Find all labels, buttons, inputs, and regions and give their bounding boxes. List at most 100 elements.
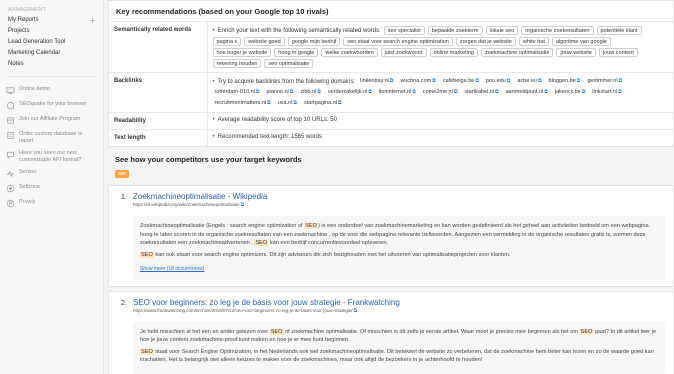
semantic-word-tag[interactable]: pagina s [212,37,242,46]
sidebar-item-my-reports[interactable]: My Reports + [0,15,103,26]
semantic-word-tag[interactable]: jouw website [556,48,596,57]
backlink-domain[interactable]: startpagina.nl⧉ [302,99,344,108]
backlink-domain[interactable]: bloggen.be⧉ [546,77,583,86]
semantic-word-tag[interactable]: hoog in google [274,48,319,57]
main-content: Key recommendations (based on your Googl… [108,0,674,374]
backlink-domain[interactable]: linkstart.nl⧉ [590,88,624,97]
semantic-word-tag[interactable]: bepaalde zoekterm [427,26,483,35]
sidebar-tool-api-format[interactable]: Have you seen our new customizable API f… [0,147,103,166]
sidebar-tool-affiliate[interactable]: Join our Affiliate Program [0,113,103,128]
sidebar-tool-seoquake[interactable]: SEOquake for your browser [0,98,103,113]
sidebar-item-lead-generation[interactable]: Lead Generation Tool [0,37,103,48]
semantic-word-tag[interactable]: potentiële klant [596,26,642,35]
bullet-icon: • [212,27,215,34]
result-url-text: https://www.frankwatching.com/archive/20… [133,307,353,313]
sidebar-item-projects[interactable]: Projects [0,26,103,37]
external-link-icon: ⧉ [618,89,622,95]
backlink-domain[interactable]: pianoo.nl⧉ [264,88,296,97]
external-link-icon: ⧉ [576,78,581,84]
sidebar-item-label: My Reports [8,17,39,23]
backlink-domain[interactable]: jakency.be⧉ [552,88,588,97]
external-link-icon: ⧉ [475,78,479,84]
semantic-word-tag[interactable]: zorgen dat je website [455,37,516,46]
result-url-text: https://nl.wikipedia.org/wiki/Zoekmachin… [133,202,240,207]
keyword-badge[interactable]: seo [115,170,130,178]
backlink-domain[interactable]: startkabel.nl⧉ [462,88,501,97]
api-icon [6,151,15,159]
backlink-domain[interactable]: linkenbay.nl⧉ [358,77,396,86]
bullet-icon: • [212,117,215,123]
backlink-domain[interactable]: cafebelga.be⧉ [440,77,481,86]
backlink-domain[interactable]: gertimmer.nl⧉ [585,77,625,86]
backlinks-intro: • Try to acquire backlinks from the follo… [213,79,356,85]
backlink-domain[interactable]: aanmeldpunt.nl⧉ [503,88,550,97]
backlink-domain[interactable]: acbe.eu⧉ [515,77,544,86]
backlink-domain[interactable]: pou.edu⧉ [483,77,513,86]
backlink-domain[interactable]: wuchna.com⧉ [398,77,438,86]
result-number: 1. [121,194,127,201]
result-url[interactable]: https://nl.wikipedia.org/wiki/Zoekmachin… [133,202,665,208]
add-report-icon[interactable]: + [90,17,95,25]
semantic-word-tag[interactable]: lokale seo [485,26,519,35]
seoquake-icon [6,101,15,110]
semantic-word-tag[interactable]: seo specialist [383,26,425,35]
semantic-word-tag[interactable]: seo staat voor search engine optimizatio… [343,37,453,46]
result-title-link[interactable]: Zoekmachineoptimalisatie - Wikipedia [133,192,267,201]
text-length-text: Recommended text length: 1565 words [217,134,323,140]
backlink-domain[interactable]: uva.nl⧉ [275,99,299,108]
external-link-icon: ⧉ [240,202,245,208]
backlink-domain[interactable]: recruitmentmatters.nl⧉ [212,99,273,108]
bullet-icon: • [212,134,215,140]
table-row: Text length • Recommended text length: 15… [109,129,673,146]
sidebar-tool-label: Order custom database or report [19,131,83,144]
backlink-domain[interactable]: lionintemet.nl⧉ [376,88,418,97]
semantic-word-tag[interactable]: seo optimalisatie [264,59,314,68]
key-recommendations-title: Key recommendations (based on your Googl… [116,7,329,16]
show-more-link[interactable]: Show more (18 occurrences) [140,265,204,274]
backlinks-value: • Try to acquire backlinks from the follo… [206,72,673,113]
semantic-word-tag[interactable]: zoekmachine optimalisatie [480,48,554,57]
semantic-word-tag[interactable]: jouw content [598,48,638,57]
keyword-highlight: SEO [304,223,318,229]
semantic-word-tag[interactable]: online marketing [429,48,478,57]
external-link-icon: ⧉ [289,89,294,95]
sidebar-tool-sensor[interactable]: Sensor [0,166,103,181]
semantic-words-list: • Enrich your text with the following sem… [212,26,669,68]
external-link-icon: ⧉ [495,89,499,95]
keyword-highlight: SEO [579,328,594,335]
semantic-word-tag[interactable]: google mijn bedrijf [287,37,341,46]
backlink-domain[interactable]: zibb.nl⧉ [298,88,323,97]
text-length-label: Text length [109,129,207,146]
sidebar-item-marketing-calendar[interactable]: Marketing Calendar [0,48,103,59]
semantic-word-tag[interactable]: rekening houden [212,59,262,68]
semantic-word-tag[interactable]: juist zoekwoord [380,48,427,57]
backlink-domain[interactable]: come2me.nl⧉ [420,88,460,97]
result-snippet: Zoekmachineoptimalisatie (Engels : searc… [133,216,665,280]
backlink-domain[interactable]: rotterdam-010.nl⧉ [212,88,262,97]
sidebar-tool-online-demo[interactable]: Online demo [0,83,103,98]
semantic-word-tag[interactable]: hoe hoger je website [212,48,272,57]
sidebar-divider [8,76,95,77]
semantic-word-tag[interactable]: organische zoekresultaten [521,26,594,35]
readability-label: Readability [109,112,207,130]
semantic-word-tag[interactable]: website goed [244,37,285,46]
sidebar-tool-sellzone[interactable]: Sellzone [0,181,103,196]
sidebar-tool-custom-database[interactable]: Order custom database or report [0,128,103,147]
result-url[interactable]: https://www.frankwatching.com/archive/20… [133,308,665,314]
backlink-domain[interactable]: verderzakelijk.nl⧉ [325,88,374,97]
recommendations-table: Semantically related words • Enrich your … [109,21,673,146]
semantic-word-tag[interactable]: algoritme van google [551,37,611,46]
sidebar-item-label: Lead Generation Tool [8,39,66,45]
external-link-icon: ⧉ [389,78,394,84]
competitors-section: See how your competitors use your target… [108,152,674,374]
key-recommendations-card: Key recommendations (based on your Googl… [108,0,674,147]
sidebar-tool-label: Prowly [19,199,36,205]
sidebar-item-notes[interactable]: Notes [0,59,103,70]
database-icon [7,131,14,140]
result-title-link[interactable]: SEO voor beginners: zo leg je de basis v… [133,298,400,307]
sidebar-tool-prowly[interactable]: Prowly [0,196,103,211]
readability-text: Average readability score of top 10 URLs… [217,117,337,123]
semantic-word-tag[interactable]: white hat [518,37,549,46]
semantic-word-tag[interactable]: welke zoekwoorden [321,48,378,57]
readability-value: • Average readability score of top 10 URL… [206,112,673,130]
